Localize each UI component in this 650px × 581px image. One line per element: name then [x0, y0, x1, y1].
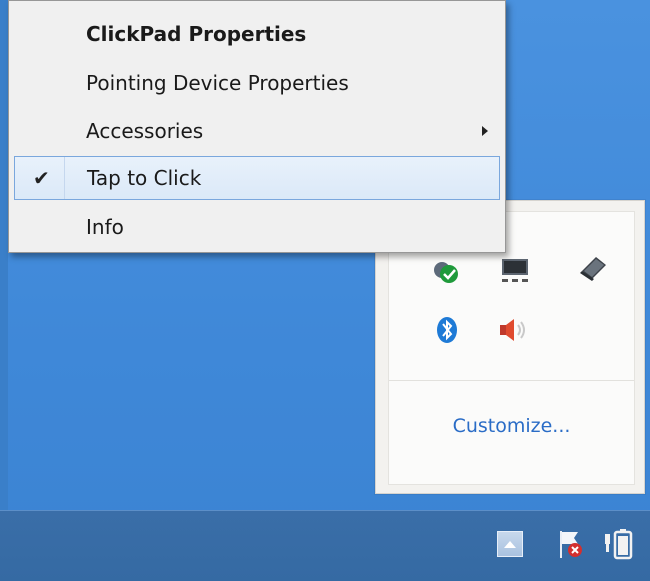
- power-battery-icon[interactable]: [602, 527, 636, 561]
- customize-link[interactable]: Customize...: [389, 415, 634, 437]
- menu-item-clickpad-properties[interactable]: ClickPad Properties: [14, 12, 500, 56]
- show-hidden-icons-button[interactable]: [497, 531, 523, 557]
- touchpad-icon[interactable]: [575, 250, 611, 286]
- menu-item-label: Tap to Click: [87, 166, 202, 190]
- menu-item-label: ClickPad Properties: [86, 22, 307, 46]
- chevron-up-icon: [504, 540, 516, 548]
- submenu-arrow-icon: [482, 126, 488, 136]
- bluetooth-icon[interactable]: [429, 312, 465, 348]
- taskbar: [0, 510, 650, 581]
- desktop-edge: [0, 0, 8, 510]
- menu-item-label: Accessories: [86, 119, 204, 143]
- menu-item-info[interactable]: Info: [14, 205, 500, 249]
- menu-item-accessories[interactable]: Accessories: [14, 109, 500, 153]
- clickpad-context-menu: ClickPad Properties Pointing Device Prop…: [8, 0, 506, 253]
- speaker-icon[interactable]: [495, 312, 531, 348]
- security-shield-icon[interactable]: [429, 254, 465, 290]
- menu-item-label: Info: [86, 215, 124, 239]
- menu-item-tap-to-click[interactable]: ✔ Tap to Click: [14, 156, 500, 200]
- action-center-flag-icon[interactable]: [555, 527, 585, 561]
- menu-item-pointing-device-properties[interactable]: Pointing Device Properties: [14, 61, 500, 105]
- menu-item-label: Pointing Device Properties: [86, 71, 349, 95]
- network-icon[interactable]: [497, 252, 533, 288]
- tray-divider: [389, 380, 634, 381]
- checkmark-icon: ✔: [33, 166, 50, 190]
